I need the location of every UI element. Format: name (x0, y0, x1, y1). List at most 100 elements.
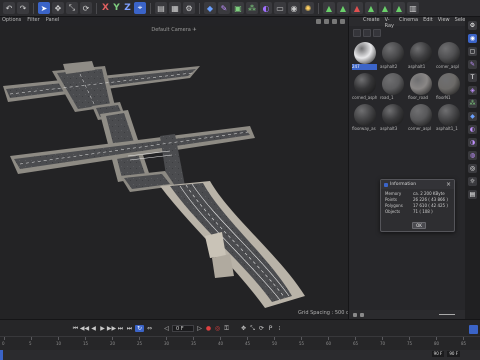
timeline-ruler[interactable]: 0 5 10 15 20 25 30 35 40 45 50 55 60 65 70 75 80 85 (0, 336, 480, 348)
position-key-icon[interactable]: ✥ (240, 325, 247, 332)
floor-icon[interactable]: ▭ (274, 2, 286, 14)
vray-render-icon[interactable]: ▲ (379, 2, 391, 14)
go-to-start-icon[interactable]: ⏮ (72, 325, 79, 332)
grid-view-icon[interactable] (353, 312, 357, 317)
pan-icon[interactable] (316, 19, 321, 24)
material-swatch[interactable]: asphalt3 (380, 103, 405, 132)
material-swatch[interactable]: asphalt1 (408, 41, 433, 70)
material-swatch[interactable]: floorN1 (436, 72, 461, 101)
zoom-icon[interactable] (324, 19, 329, 24)
key-selection-icon[interactable]: ⚿ (223, 325, 230, 332)
camera-panel-icon[interactable]: ◎ (468, 164, 477, 173)
material-swatch[interactable]: road_1 (380, 72, 405, 101)
3d-viewport[interactable] (0, 26, 348, 319)
timeline-range-bar[interactable] (0, 350, 480, 360)
render-view-icon[interactable]: ▤ (155, 2, 167, 14)
material-swatch[interactable]: corner_aspl (408, 103, 433, 132)
vray-icon[interactable]: ▲ (323, 2, 335, 14)
cube-icon[interactable]: ◆ (204, 2, 216, 14)
coordinate-system-icon[interactable]: ⌖ (134, 2, 146, 14)
close-icon[interactable]: × (446, 181, 451, 188)
orbit-icon[interactable] (332, 19, 337, 24)
frame-step-icon[interactable]: ◁ (163, 325, 170, 332)
start-frame-field[interactable]: 90 F (431, 351, 445, 357)
array-panel-icon[interactable]: ⁂ (468, 99, 477, 108)
material-options-icon[interactable] (373, 28, 381, 37)
material-swatch[interactable]: corned_asph (352, 72, 377, 101)
generator-panel-icon[interactable]: ◈ (468, 86, 477, 95)
material-swatch[interactable]: corner_aspl (436, 41, 461, 70)
y-axis-toggle[interactable]: Y (112, 3, 121, 13)
go-to-end-icon[interactable]: ⏭ (126, 325, 133, 332)
z-axis-toggle[interactable]: Z (123, 3, 132, 13)
viewport-menu-panel[interactable]: Panel (46, 17, 60, 26)
end-frame-field[interactable]: 90 F (447, 351, 460, 357)
viewport-menu-options[interactable]: Options (2, 17, 21, 26)
subdivision-icon[interactable]: ▣ (232, 2, 244, 14)
frame-step-forward-icon[interactable]: ▷ (196, 325, 203, 332)
material-menu-create[interactable]: Create (363, 17, 380, 26)
spline-panel-icon[interactable]: ✎ (468, 60, 477, 69)
light-panel-icon[interactable]: ☼ (468, 177, 477, 186)
text-panel-icon[interactable]: T (468, 73, 477, 82)
playhead-marker[interactable] (0, 350, 3, 360)
render-settings-icon[interactable]: ⚙ (183, 2, 195, 14)
pla-key-icon[interactable]: ⁝ (276, 325, 283, 332)
previous-key-icon[interactable]: ◀◀ (80, 325, 89, 332)
material-swatch[interactable]: floorway_as (352, 103, 377, 132)
light-icon[interactable]: ✺ (302, 2, 314, 14)
material-menu-edit[interactable]: Edit (423, 17, 433, 26)
thumbnail-size-slider[interactable] (439, 314, 455, 315)
render-picture-icon[interactable]: ▦ (169, 2, 181, 14)
redo-icon[interactable]: ↷ (17, 2, 29, 14)
attributes-icon[interactable]: ⚙ (468, 21, 477, 30)
range-icon[interactable]: ⇔ (146, 325, 153, 332)
viewport-menu-filter[interactable]: Filter (27, 17, 39, 26)
autokey-icon[interactable]: ◎ (214, 325, 221, 332)
move-tool-icon[interactable]: ✥ (52, 2, 64, 14)
select-tool-icon[interactable]: ➤ (38, 2, 50, 14)
next-frame-icon[interactable]: ▶▶ (107, 325, 116, 332)
material-menu-vray[interactable]: V-Ray (385, 17, 394, 29)
effector-panel-icon[interactable]: ◐ (468, 125, 477, 134)
scene-panel-icon[interactable]: ▤ (468, 190, 477, 199)
field-panel-icon[interactable]: ◑ (468, 138, 477, 147)
maximize-icon[interactable] (340, 19, 345, 24)
material-filter-icon[interactable] (363, 28, 371, 37)
cube-panel-icon[interactable]: ▢ (468, 47, 477, 56)
material-menu-view[interactable]: View (438, 17, 450, 26)
scale-key-icon[interactable]: ⤡ (249, 325, 256, 332)
pen-icon[interactable]: ✎ (218, 2, 230, 14)
x-axis-toggle[interactable]: X (101, 3, 110, 13)
deformer-panel-icon[interactable]: ◆ (468, 112, 477, 121)
previous-frame-icon[interactable]: ◀ (90, 325, 97, 332)
bend-icon[interactable]: ◐ (260, 2, 272, 14)
array-icon[interactable]: ⁂ (246, 2, 258, 14)
next-key-icon[interactable]: ⏭ (117, 325, 124, 332)
record-icon[interactable]: ● (205, 325, 212, 332)
rotation-key-icon[interactable]: ⟳ (258, 325, 265, 332)
vray-lights-icon[interactable]: ▲ (337, 2, 349, 14)
play-icon[interactable]: ▶ (99, 325, 106, 332)
material-swatch[interactable]: floor_road (408, 72, 433, 101)
scale-tool-icon[interactable]: ⤡ (66, 2, 78, 14)
current-frame-field[interactable]: 0 F (172, 325, 194, 332)
camera-icon[interactable]: ◉ (288, 2, 300, 14)
material-swatch[interactable]: asphalt1_1 (436, 103, 461, 132)
objects-icon[interactable]: ◉ (468, 34, 477, 43)
material-menu-cinema[interactable]: Cinema (399, 17, 418, 26)
material-swatch[interactable]: asphalt2 (380, 41, 405, 70)
timeline-layout-icon[interactable] (469, 325, 478, 334)
rotate-tool-icon[interactable]: ⟳ (80, 2, 92, 14)
layout-icon[interactable]: ▥ (407, 2, 419, 14)
ok-button[interactable]: OK (412, 222, 426, 229)
vray-geometry-icon[interactable]: ▲ (365, 2, 377, 14)
tag-panel-icon[interactable]: ◍ (468, 151, 477, 160)
param-key-icon[interactable]: P (267, 325, 274, 332)
vray-frame-icon[interactable]: ▲ (393, 2, 405, 14)
material-swatch[interactable]: 247 (352, 41, 377, 70)
add-material-icon[interactable] (353, 28, 361, 37)
undo-icon[interactable]: ↶ (3, 2, 15, 14)
loop-icon[interactable]: ↻ (135, 325, 144, 332)
list-view-icon[interactable] (360, 312, 364, 317)
